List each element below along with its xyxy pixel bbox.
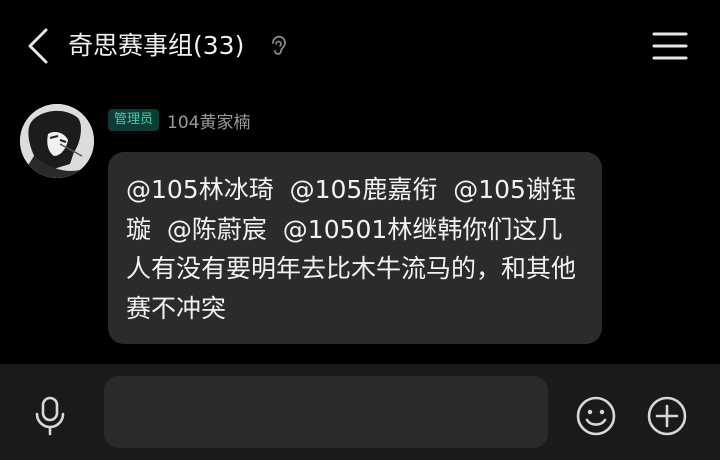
smiley-icon: [576, 396, 616, 436]
microphone-icon: [35, 396, 65, 436]
chevron-left-icon: [28, 28, 48, 64]
ear-icon: [266, 34, 290, 58]
role-badge: 管理员: [108, 109, 160, 131]
more-button[interactable]: [645, 394, 689, 438]
sender-name[interactable]: 104黄家楠: [167, 108, 250, 133]
input-bar: [0, 364, 720, 460]
message-bubble[interactable]: @105林冰琦 @105鹿嘉衔 @105谢钰璇 @陈蔚宸 @10501林继韩你们…: [108, 152, 602, 344]
message-text: @105林冰琦 @105鹿嘉衔 @105谢钰璇 @陈蔚宸 @10501林继韩你们…: [126, 175, 577, 323]
voice-button[interactable]: [28, 394, 72, 438]
chat-header: 奇思赛事组(33): [0, 0, 720, 92]
chat-title: 奇思赛事组(33): [68, 31, 245, 60]
avatar-image: [20, 104, 94, 178]
hamburger-menu-icon: [652, 32, 688, 60]
plus-circle-icon: [647, 396, 687, 436]
emoji-button[interactable]: [574, 394, 618, 438]
back-button[interactable]: [20, 24, 56, 68]
sender-avatar[interactable]: [20, 104, 94, 178]
message-input[interactable]: [104, 376, 548, 448]
menu-button[interactable]: [648, 26, 692, 66]
sender-info: 管理员 104黄家楠: [108, 106, 250, 134]
